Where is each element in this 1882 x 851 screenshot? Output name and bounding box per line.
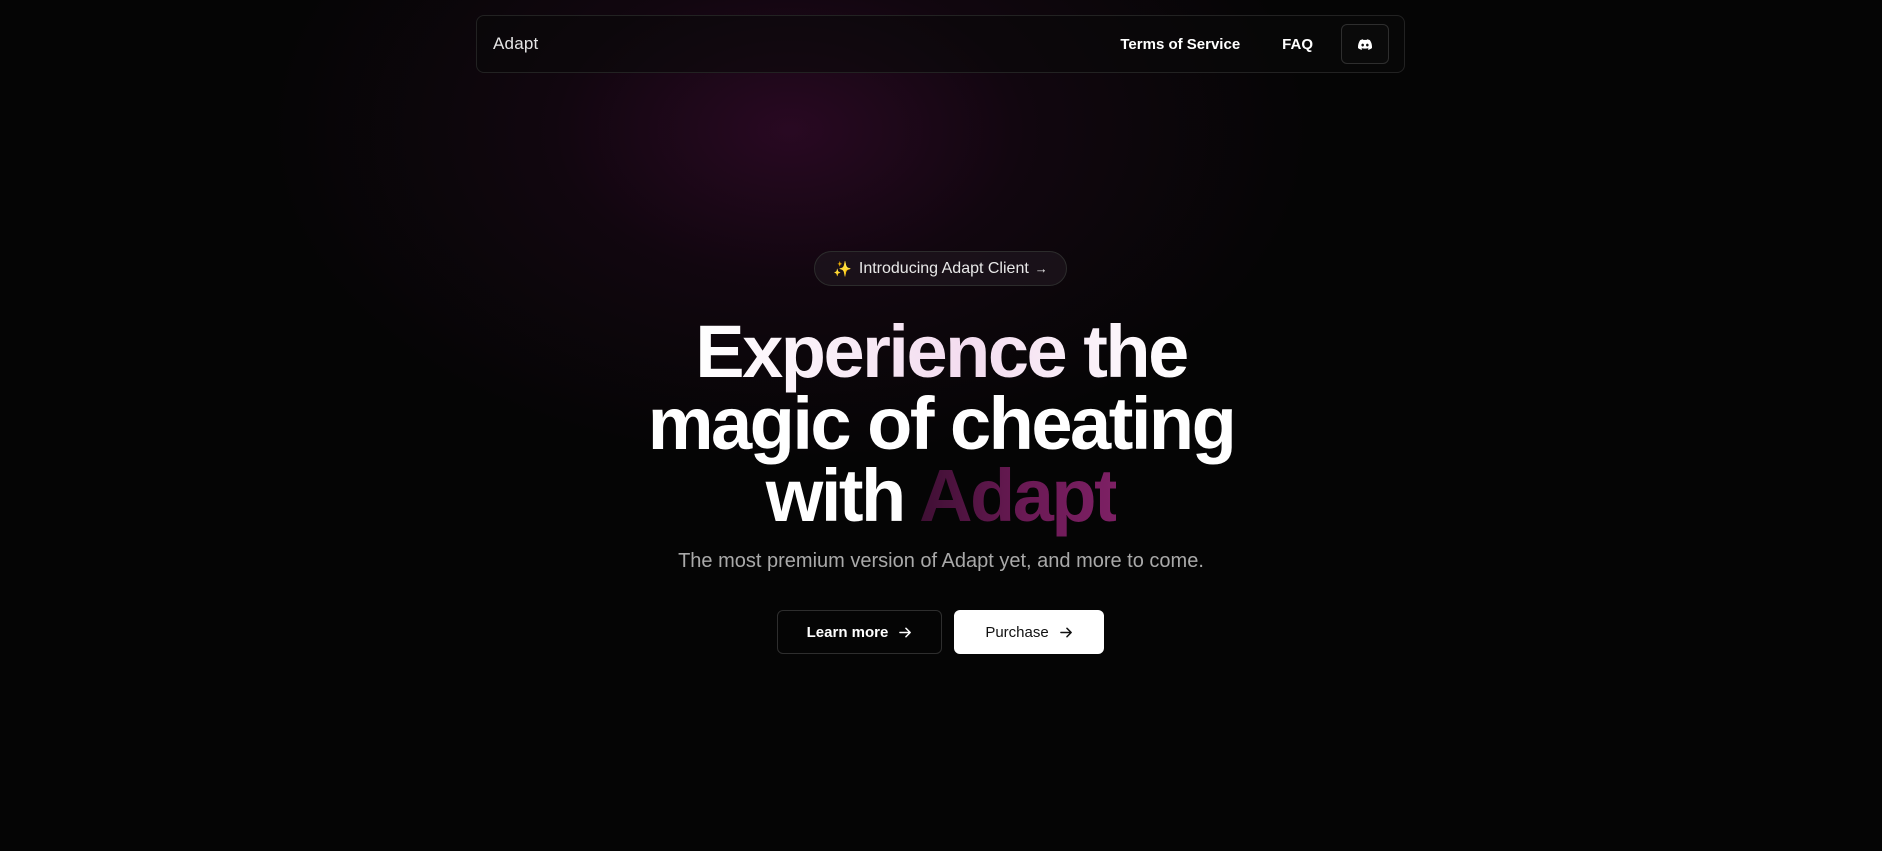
discord-icon: [1358, 38, 1372, 50]
nav-links: Terms of Service FAQ: [1120, 24, 1389, 64]
announcement-text: Introducing Adapt Client: [858, 259, 1029, 277]
headline-accent: Adapt: [919, 454, 1119, 537]
hero-subtitle: The most premium version of Adapt yet, a…: [678, 550, 1204, 572]
sparkle-icon: ✨: [833, 260, 852, 278]
headline-line-2: magic of cheating: [647, 382, 1237, 465]
purchase-button[interactable]: Purchase: [954, 610, 1104, 654]
brand-logo[interactable]: Adapt: [493, 34, 538, 54]
cta-buttons: Learn more Purchase: [777, 610, 1104, 654]
discord-button[interactable]: [1341, 24, 1389, 64]
learn-more-label: Learn more: [806, 623, 889, 641]
arrow-right-icon: [899, 626, 912, 639]
headline-line-3-prefix: with: [765, 454, 906, 537]
nav-link-terms-of-service[interactable]: Terms of Service: [1120, 36, 1240, 53]
navbar: Adapt Terms of Service FAQ: [476, 15, 1405, 73]
learn-more-button[interactable]: Learn more: [777, 610, 942, 654]
nav-link-faq[interactable]: FAQ: [1282, 36, 1313, 53]
arrow-right-icon: →: [1034, 261, 1048, 276]
announcement-pill[interactable]: ✨ Introducing Adapt Client →: [814, 251, 1067, 286]
purchase-label: Purchase: [985, 623, 1049, 641]
headline-line-1: Experience the: [695, 310, 1189, 393]
hero-headline: Experience the magic of cheating with Ad…: [441, 315, 1441, 533]
arrow-right-icon: [1059, 626, 1073, 639]
